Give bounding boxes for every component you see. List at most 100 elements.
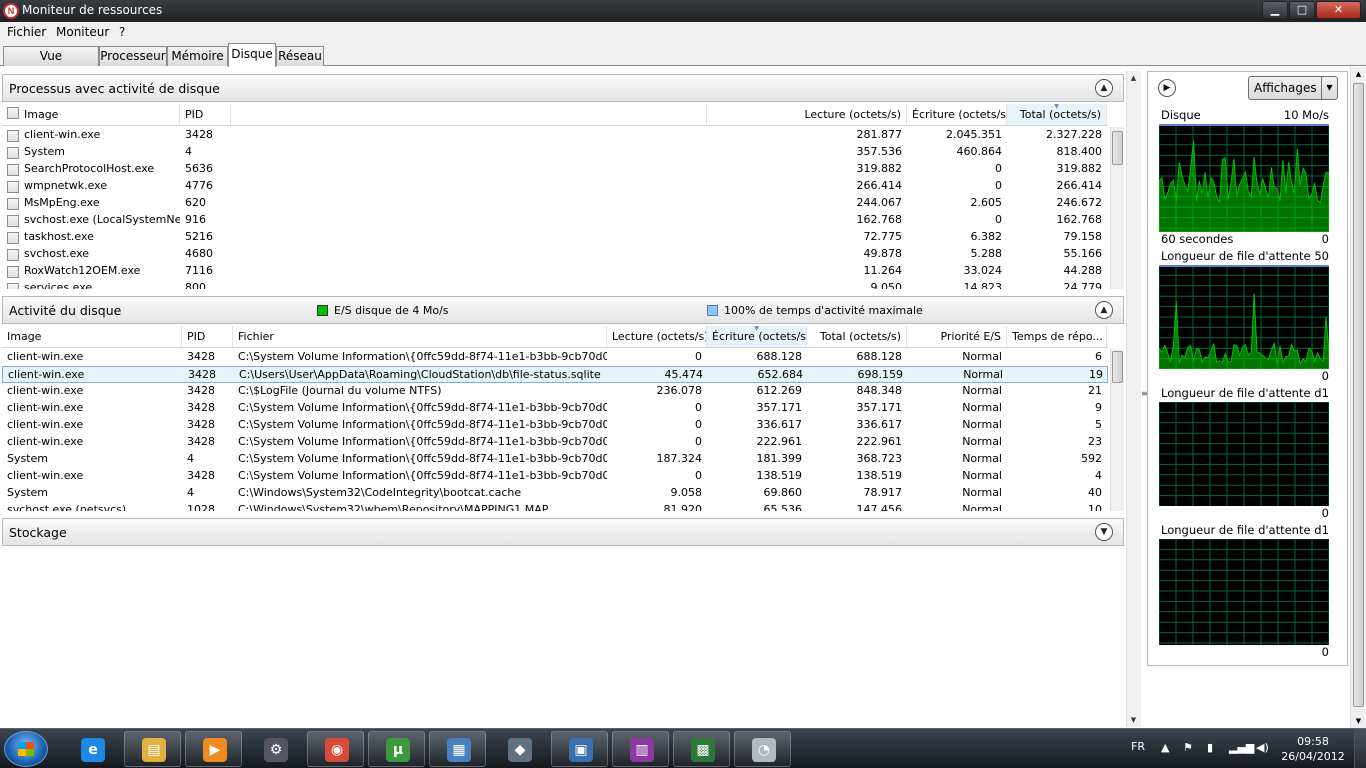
taskbar-app-button[interactable]: ◆ xyxy=(490,731,547,767)
views-dropdown[interactable]: Affichages ▼ xyxy=(1248,76,1338,100)
taskbar-app-button[interactable]: µ xyxy=(368,731,425,767)
action-center-flag-icon[interactable]: ⚑ xyxy=(1183,741,1193,754)
tab-processor[interactable]: Processeur xyxy=(99,46,167,66)
media-player-icon: ▶ xyxy=(203,738,227,762)
disk-activity-section-header[interactable]: Activité du disque E/S disque de 4 Mo/s … xyxy=(2,296,1124,324)
table-row[interactable]: svchost.exe 4680 49.878 5.288 55.166 xyxy=(2,246,1108,263)
start-button[interactable] xyxy=(4,731,48,767)
table-row[interactable]: RoxWatch12OEM.exe 7116 11.264 33.024 44.288 xyxy=(2,263,1108,280)
table-cell: 9 xyxy=(1095,401,1102,414)
col-read[interactable]: Lecture (octets/s) xyxy=(231,104,907,125)
table-cell: 19 xyxy=(1089,368,1103,381)
col-pid[interactable]: PID xyxy=(180,104,231,125)
col-write-sorted[interactable]: ▼ Écriture (octets/s) xyxy=(707,326,807,347)
table-cell: 3428 xyxy=(187,350,215,363)
table-row[interactable]: System 4 C:\System Volume Information\{0ff… xyxy=(2,451,1108,468)
language-indicator[interactable]: FR xyxy=(1131,740,1145,753)
show-desktop-button[interactable] xyxy=(1354,729,1366,768)
col-priority[interactable]: Priorité E/S xyxy=(907,326,1007,347)
col-total[interactable]: Total (octets/s) xyxy=(807,326,907,347)
scrollbar-thumb[interactable] xyxy=(1353,83,1364,707)
col-image[interactable]: Image xyxy=(2,326,182,347)
col-write[interactable]: Écriture (octets/s) xyxy=(907,104,1007,125)
tab-memory[interactable]: Mémoire xyxy=(167,46,228,66)
table-row[interactable]: svchost.exe (LocalSystemNet... 916 162.768… xyxy=(2,212,1108,229)
power-icon[interactable]: ▮ xyxy=(1207,741,1213,754)
expand-chevron-down-icon[interactable]: ▼ xyxy=(1095,523,1113,541)
close-button[interactable]: ✕ xyxy=(1316,1,1361,19)
table-row[interactable]: client-win.exe 3428 281.877 2.045.351 2.327.… xyxy=(2,127,1108,144)
network-signal-icon[interactable]: ▂▄▆ xyxy=(1229,741,1254,754)
taskbar-app-button[interactable]: ▦ xyxy=(429,731,486,767)
table-row[interactable]: svchost.exe (netsvcs) 1028 C:\Windows\Syst… xyxy=(2,502,1108,511)
table-row[interactable]: client-win.exe 3428 C:\System Volume Infor… xyxy=(2,417,1108,434)
table-cell: SearchProtocolHost.exe xyxy=(24,162,155,175)
col-pid[interactable]: PID xyxy=(182,326,233,347)
table-cell: 4 xyxy=(1095,469,1102,482)
collapse-chevron-up-icon[interactable]: ▲ xyxy=(1095,301,1113,319)
col-total-sorted[interactable]: ▼ Total (octets/s) xyxy=(1007,104,1107,125)
col-image[interactable]: Image xyxy=(2,104,180,125)
scroll-down-icon[interactable]: ▼ xyxy=(1127,713,1140,727)
table-cell: 222.961 xyxy=(856,435,903,448)
taskbar-app-button[interactable]: ◉ xyxy=(307,731,364,767)
disk-scrollbar[interactable] xyxy=(1110,349,1124,511)
scroll-down-icon[interactable]: ▼ xyxy=(1352,714,1365,728)
taskbar-app-button[interactable]: ▩ xyxy=(673,731,730,767)
main-scrollbar[interactable]: ▲ ▼ xyxy=(1126,71,1141,727)
scroll-up-icon[interactable]: ▲ xyxy=(1127,71,1140,85)
io-legend-swatch xyxy=(317,305,328,316)
table-row[interactable]: client-win.exe 3428 C:\Users\User\AppData\… xyxy=(2,366,1108,383)
processes-section-header[interactable]: Processus avec activité de disque ▲ xyxy=(2,74,1124,102)
table-row[interactable]: client-win.exe 3428 C:\System Volume Infor… xyxy=(2,400,1108,417)
tray-expand-icon[interactable]: ▲ xyxy=(1161,741,1169,754)
taskbar-app-button[interactable]: ▥ xyxy=(612,731,669,767)
menu-fichier[interactable]: Fichier xyxy=(7,25,46,39)
volume-icon[interactable]: ◀) xyxy=(1256,741,1269,754)
maximize-button[interactable]: □ xyxy=(1289,1,1315,19)
table-row[interactable]: System 4 C:\Windows\System32\CodeIntegrity… xyxy=(2,485,1108,502)
col-read[interactable]: Lecture (octets/s) xyxy=(607,326,707,347)
tab-disk[interactable]: Disque xyxy=(228,43,276,67)
table-row[interactable]: client-win.exe 3428 C:\System Volume Infor… xyxy=(2,468,1108,485)
table-row[interactable]: services.exe 800 9.050 14.823 24.779 xyxy=(2,280,1108,289)
taskbar-app-button[interactable]: ▤ xyxy=(124,731,181,767)
tab-overview[interactable]: Vue d'ensemble xyxy=(3,46,99,81)
taskbar-app-button[interactable]: e xyxy=(63,731,120,767)
minimize-button[interactable]: ▁ xyxy=(1262,1,1288,19)
resource-monitor-icon: ◔ xyxy=(752,738,776,762)
table-cell: 10 xyxy=(1088,503,1102,511)
clock[interactable]: 09:58 26/04/2012 xyxy=(1278,734,1348,764)
taskbar-app-button[interactable]: ▣ xyxy=(551,731,608,767)
disk-graph-label: Disque xyxy=(1161,108,1201,122)
scroll-up-icon[interactable]: ▲ xyxy=(1352,67,1365,81)
storage-section-header[interactable]: Stockage ▼ xyxy=(2,518,1124,546)
table-cell: 138.519 xyxy=(756,469,803,482)
table-row[interactable]: client-win.exe 3428 C:\System Volume Infor… xyxy=(2,349,1108,366)
table-cell: client-win.exe xyxy=(7,435,84,448)
table-cell: 222.961 xyxy=(756,435,803,448)
expand-chevron-right-icon[interactable]: ▶ xyxy=(1158,79,1176,97)
graphs-pane-scrollbar[interactable]: ▲ ▼ xyxy=(1350,67,1366,728)
taskbar-app-button[interactable]: ▶ xyxy=(185,731,242,767)
table-row[interactable]: SearchProtocolHost.exe 5636 319.882 0 319.88… xyxy=(2,161,1108,178)
table-cell: client-win.exe xyxy=(7,418,84,431)
menu-moniteur[interactable]: Moniteur xyxy=(56,25,109,39)
table-row[interactable]: taskhost.exe 5216 72.775 6.382 79.158 xyxy=(2,229,1108,246)
table-row[interactable]: client-win.exe 3428 C:\System Volume Infor… xyxy=(2,434,1108,451)
collapse-chevron-up-icon[interactable]: ▲ xyxy=(1095,79,1113,97)
col-response-time[interactable]: Temps de répo... xyxy=(1007,326,1107,347)
table-row[interactable]: System 4 357.536 460.864 818.400 xyxy=(2,144,1108,161)
menu-help[interactable]: ? xyxy=(119,25,125,39)
table-row[interactable]: MsMpEng.exe 620 244.067 2.605 246.672 xyxy=(2,195,1108,212)
table-cell: 652.684 xyxy=(757,368,804,381)
taskbar-app-button[interactable]: ⚙ xyxy=(246,731,303,767)
ie-icon: e xyxy=(81,738,105,762)
table-row[interactable]: client-win.exe 3428 C:\$LogFile (Journal d… xyxy=(2,383,1108,400)
processes-scrollbar[interactable] xyxy=(1110,127,1124,289)
tab-network[interactable]: Réseau xyxy=(276,46,324,66)
col-file[interactable]: Fichier xyxy=(233,326,607,347)
select-all-checkbox[interactable] xyxy=(7,107,19,119)
taskbar-app-button[interactable]: ◔ xyxy=(734,731,791,767)
table-row[interactable]: wmpnetwk.exe 4776 266.414 0 266.414 xyxy=(2,178,1108,195)
